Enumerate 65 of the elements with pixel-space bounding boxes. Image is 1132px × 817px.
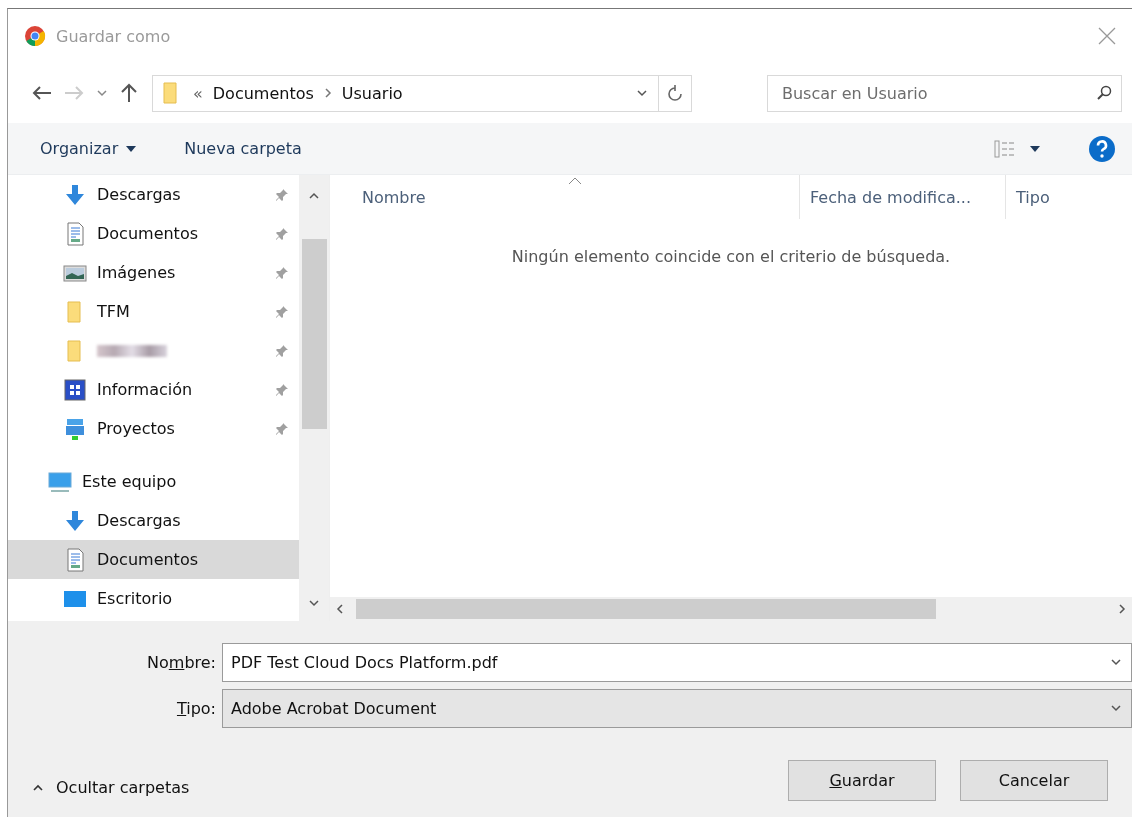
sidebar-item[interactable]: Documentos: [8, 540, 300, 579]
grid-box-icon: [63, 377, 87, 402]
pin-icon: [275, 343, 290, 358]
sidebar-item[interactable]: Información: [8, 370, 300, 409]
scroll-right-icon: [1118, 603, 1126, 615]
download-arrow-icon: [63, 182, 87, 207]
horizontal-scrollbar[interactable]: [330, 597, 1132, 621]
file-type-dropdown[interactable]: Adobe Acrobat Document: [222, 688, 1132, 728]
chevron-right-icon: [323, 87, 332, 99]
sort-ascending-icon: [568, 177, 582, 185]
column-header[interactable]: Nombre: [330, 175, 800, 219]
filename-field[interactable]: PDF Test Cloud Docs Platform.pdf: [222, 642, 1132, 682]
field-label: Nombre:: [146, 652, 217, 672]
help-icon[interactable]: [1088, 134, 1116, 163]
hide-folders-button[interactable]: Ocultar carpetas: [32, 778, 190, 797]
pin-icon: [275, 187, 290, 202]
new-folder-button[interactable]: Nueva carpeta: [182, 135, 304, 162]
vertical-scrollbar[interactable]: [299, 175, 329, 621]
column-header[interactable]: Fecha de modifica...: [800, 175, 1006, 219]
scroll-left-icon: [336, 603, 344, 615]
breadcrumb[interactable]: Usuario: [341, 83, 403, 103]
field-label: Tipo:: [175, 698, 217, 718]
breadcrumb[interactable]: Documentos: [212, 83, 314, 103]
sidebar-item[interactable]: Descargas: [8, 501, 300, 540]
network-drive-icon: [63, 416, 87, 441]
empty-message: Ningún elemento coincide con el criterio de búsqueda.: [511, 247, 951, 266]
search-icon: [1096, 85, 1112, 101]
organize-menu-button[interactable]: Organizar: [38, 135, 139, 162]
monitor-icon: [48, 469, 72, 494]
pin-icon: [275, 421, 290, 436]
details-view-icon: [994, 139, 1016, 158]
sidebar-item[interactable]: Este equipo: [8, 462, 300, 501]
close-icon[interactable]: [1098, 27, 1116, 45]
refresh-icon: [667, 84, 683, 102]
sidebar-item[interactable]: Descargas: [8, 175, 300, 214]
dropdown-icon: [636, 89, 648, 97]
scroll-down-icon: [308, 599, 321, 607]
back-arrow-icon: [32, 85, 52, 101]
up-arrow-icon: [120, 83, 138, 103]
forward-arrow-icon: [64, 85, 84, 101]
sidebar-item[interactable]: Escritorio: [8, 579, 300, 618]
overflow-chevron[interactable]: «: [193, 83, 203, 103]
dropdown-icon: [1110, 704, 1122, 712]
pin-icon: [275, 382, 290, 397]
sidebar-item[interactable]: Proyectos: [8, 409, 300, 448]
cancel-button[interactable]: Cancelar: [960, 760, 1108, 801]
caret-icon: [1030, 145, 1040, 152]
save-button[interactable]: Guardar: [788, 760, 936, 801]
chevron-up-icon: [32, 783, 44, 792]
sidebar-item[interactable]: TFM: [8, 292, 300, 331]
search-field[interactable]: Buscar en Usuario: [767, 74, 1122, 112]
dropdown-icon: [1110, 658, 1122, 666]
sidebar-item[interactable]: Imágenes: [8, 253, 300, 292]
pin-icon: [275, 226, 290, 241]
address-bar[interactable]: « Documentos Usuario: [152, 74, 692, 112]
sidebar-item[interactable]: Documentos: [8, 214, 300, 253]
pin-icon: [275, 304, 290, 319]
column-header[interactable]: Tipo: [1006, 175, 1126, 219]
chevron-down-icon: [96, 89, 108, 97]
browser-logo-icon: [24, 25, 46, 47]
download-arrow-icon: [63, 508, 87, 533]
window-title: Guardar como: [56, 26, 172, 46]
scroll-up-icon: [308, 192, 321, 200]
caret-icon: [126, 145, 137, 152]
pin-icon: [275, 265, 290, 280]
